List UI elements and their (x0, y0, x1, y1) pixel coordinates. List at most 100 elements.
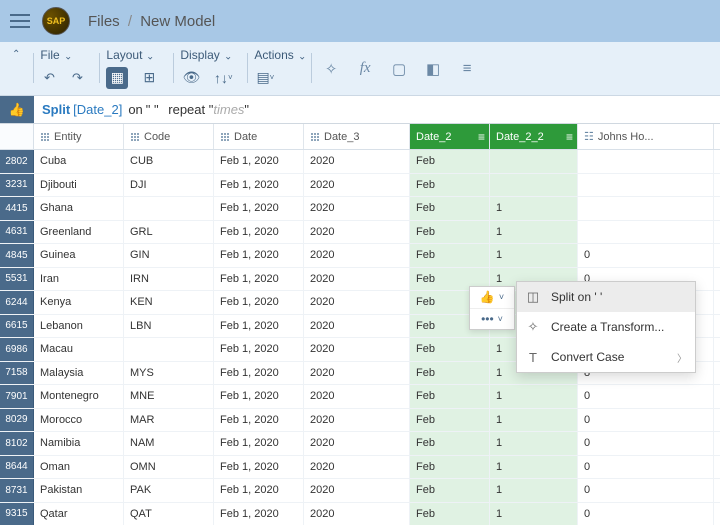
cell-date3[interactable]: 2020 (304, 479, 410, 502)
table-row[interactable]: 4845GuineaGINFeb 1, 20202020Feb10 (0, 244, 720, 268)
cell-johns[interactable] (578, 197, 714, 220)
row-number[interactable]: 8644 (0, 456, 34, 479)
cell-date3[interactable]: 2020 (304, 268, 410, 291)
cell-date3[interactable]: 2020 (304, 409, 410, 432)
cell-entity[interactable]: Oman (34, 456, 124, 479)
cell-date3[interactable]: 2020 (304, 174, 410, 197)
cell-johns[interactable]: 0 (578, 456, 714, 479)
cell-code[interactable]: KEN (124, 291, 214, 314)
cell-date[interactable]: Feb 1, 2020 (214, 338, 304, 361)
list-icon[interactable]: ≡ (458, 58, 476, 80)
cell-entity[interactable]: Namibia (34, 432, 124, 455)
row-number[interactable]: 7158 (0, 362, 34, 385)
cell-date2[interactable]: Feb (410, 221, 490, 244)
cm-transform[interactable]: ✧ Create a Transform... (517, 312, 695, 342)
table-row[interactable]: 4631GreenlandGRLFeb 1, 20202020Feb1 (0, 221, 720, 245)
cell-date[interactable]: Feb 1, 2020 (214, 268, 304, 291)
cell-johns[interactable]: 0 (578, 244, 714, 267)
file-label[interactable]: File (40, 48, 59, 62)
cell-date2[interactable]: Feb (410, 456, 490, 479)
layout-label[interactable]: Layout (106, 48, 142, 62)
cell-date[interactable]: Feb 1, 2020 (214, 315, 304, 338)
cell-date2[interactable]: Feb (410, 244, 490, 267)
cell-date2[interactable]: Feb (410, 150, 490, 173)
formula-content[interactable]: Split [Date_2] on " " repeat "times" (34, 102, 720, 117)
cell-date3[interactable]: 2020 (304, 338, 410, 361)
cell-date3[interactable]: 2020 (304, 197, 410, 220)
col-code[interactable]: Code (124, 124, 214, 149)
cell-date[interactable]: Feb 1, 2020 (214, 432, 304, 455)
columns-icon[interactable]: ◧ (424, 58, 442, 80)
cell-date22[interactable] (490, 174, 578, 197)
cell-date22[interactable]: 1 (490, 409, 578, 432)
cell-code[interactable] (124, 197, 214, 220)
row-number[interactable]: 9315 (0, 503, 34, 525)
row-number[interactable]: 5531 (0, 268, 34, 291)
row-number[interactable]: 4415 (0, 197, 34, 220)
eye-icon[interactable]: 👁 (180, 67, 202, 89)
row-number[interactable]: 7901 (0, 385, 34, 408)
table-row[interactable]: 9315QatarQATFeb 1, 20202020Feb10 (0, 503, 720, 525)
display-label[interactable]: Display (180, 48, 219, 62)
cell-date3[interactable]: 2020 (304, 244, 410, 267)
expand-icon[interactable]: ⌃ (12, 49, 20, 60)
cm-convert-case[interactable]: T Convert Case 〉 (517, 342, 695, 372)
cell-entity[interactable]: Morocco (34, 409, 124, 432)
cell-entity[interactable]: Kenya (34, 291, 124, 314)
cell-johns[interactable] (578, 150, 714, 173)
row-number[interactable]: 6986 (0, 338, 34, 361)
col-menu-icon[interactable]: ≡ (566, 130, 573, 144)
table-row[interactable]: 8102NamibiaNAMFeb 1, 20202020Feb10 (0, 432, 720, 456)
cell-date3[interactable]: 2020 (304, 150, 410, 173)
cell-date[interactable]: Feb 1, 2020 (214, 244, 304, 267)
cell-entity[interactable]: Iran (34, 268, 124, 291)
cell-entity[interactable]: Ghana (34, 197, 124, 220)
cell-entity[interactable]: Lebanon (34, 315, 124, 338)
cell-date22[interactable] (490, 150, 578, 173)
cell-date22[interactable]: 1 (490, 197, 578, 220)
cell-entity[interactable]: Djibouti (34, 174, 124, 197)
cell-entity[interactable]: Guinea (34, 244, 124, 267)
cell-date[interactable]: Feb 1, 2020 (214, 362, 304, 385)
row-number[interactable]: 8102 (0, 432, 34, 455)
col-date3[interactable]: Date_3 (304, 124, 410, 149)
table-row[interactable]: 8644OmanOMNFeb 1, 20202020Feb10 (0, 456, 720, 480)
grid-view-icon[interactable]: ⊞ (138, 67, 160, 89)
cell-code[interactable]: OMN (124, 456, 214, 479)
cell-date3[interactable]: 2020 (304, 221, 410, 244)
cell-date3[interactable]: 2020 (304, 385, 410, 408)
cell-johns[interactable]: 0 (578, 385, 714, 408)
cell-code[interactable]: DJI (124, 174, 214, 197)
cell-date2[interactable]: Feb (410, 479, 490, 502)
cell-johns[interactable]: 0 (578, 409, 714, 432)
card-icon[interactable]: ▢ (390, 58, 408, 80)
sort-icon[interactable]: ↑↓˅ (212, 67, 234, 89)
undo-icon[interactable]: ↶ (40, 67, 58, 89)
row-number[interactable]: 3231 (0, 174, 34, 197)
cell-date22[interactable]: 1 (490, 385, 578, 408)
cell-code[interactable]: NAM (124, 432, 214, 455)
cell-date22[interactable]: 1 (490, 432, 578, 455)
table-row[interactable]: 3231DjiboutiDJIFeb 1, 20202020Feb (0, 174, 720, 198)
table-row[interactable]: 7901MontenegroMNEFeb 1, 20202020Feb10 (0, 385, 720, 409)
cell-code[interactable]: GIN (124, 244, 214, 267)
cell-date3[interactable]: 2020 (304, 362, 410, 385)
cell-date2[interactable]: Feb (410, 362, 490, 385)
row-number[interactable]: 4631 (0, 221, 34, 244)
row-number[interactable]: 2802 (0, 150, 34, 173)
col-date22[interactable]: Date_2_2≡ (490, 124, 578, 149)
cm-split[interactable]: ◫ Split on ' ' (517, 282, 695, 312)
col-johns[interactable]: ☷Johns Ho... (578, 124, 714, 149)
cell-date[interactable]: Feb 1, 2020 (214, 150, 304, 173)
cell-johns[interactable]: 0 (578, 432, 714, 455)
mini-more-row[interactable]: ••• ˅ (470, 309, 514, 330)
table-row[interactable]: 8731PakistanPAKFeb 1, 20202020Feb10 (0, 479, 720, 503)
cell-date2[interactable]: Feb (410, 338, 490, 361)
cell-date22[interactable]: 1 (490, 221, 578, 244)
actions-label[interactable]: Actions (254, 48, 293, 62)
table-row[interactable]: 8029MoroccoMARFeb 1, 20202020Feb10 (0, 409, 720, 433)
cell-date2[interactable]: Feb (410, 197, 490, 220)
cell-date3[interactable]: 2020 (304, 291, 410, 314)
cell-date[interactable]: Feb 1, 2020 (214, 479, 304, 502)
cell-date22[interactable]: 1 (490, 479, 578, 502)
